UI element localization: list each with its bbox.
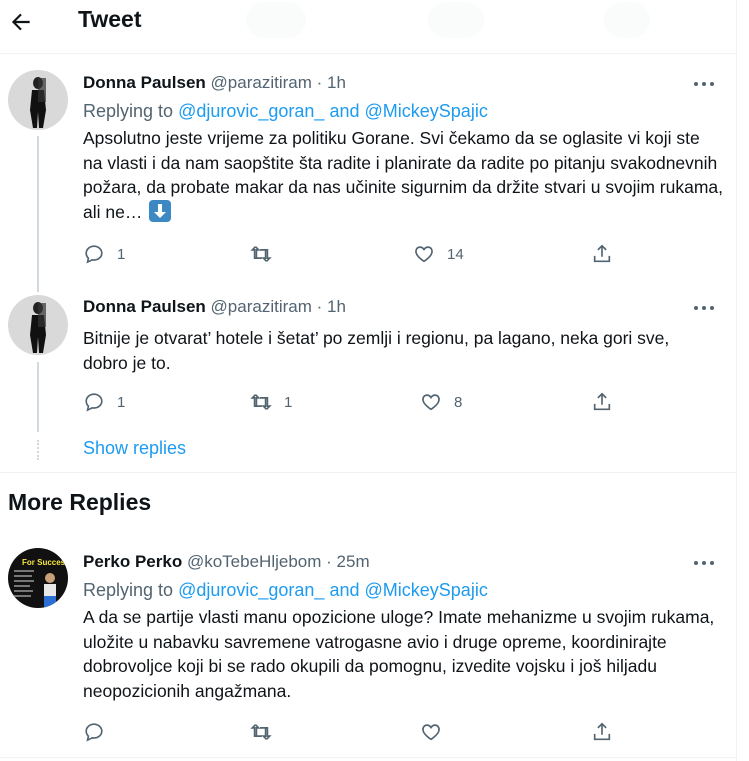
avatar[interactable] <box>8 295 68 355</box>
user-handle[interactable]: @parazitiram <box>211 297 312 316</box>
retweet-icon <box>250 246 272 262</box>
avatar[interactable]: For Success <box>8 548 68 608</box>
retweet-button[interactable] <box>250 242 284 266</box>
share-icon <box>593 722 611 741</box>
thread-line <box>37 136 39 292</box>
retweet-icon <box>250 724 272 740</box>
separator-dot: · <box>326 552 332 571</box>
more-options-icon[interactable] <box>692 79 716 89</box>
retweet-button[interactable] <box>250 720 272 744</box>
replying-label: Replying to <box>83 580 174 600</box>
share-icon <box>593 244 611 263</box>
separator-dot: · <box>316 297 323 316</box>
and-link[interactable]: and <box>329 101 359 121</box>
show-replies-link[interactable]: Show replies <box>83 438 186 459</box>
more-options-icon[interactable] <box>692 303 716 313</box>
thread-dotted-line <box>37 440 39 460</box>
share-button[interactable] <box>591 390 613 414</box>
heart-icon <box>415 246 433 263</box>
tweet-text: Bitnije je otvarat’ hotele i šetat’ po z… <box>83 328 670 373</box>
column-border <box>736 0 737 761</box>
tweet-text: Apsolutno jeste vrijeme za politiku Gora… <box>83 126 723 224</box>
more-replies-heading: More Replies <box>8 489 152 515</box>
divider <box>0 472 736 473</box>
thread-line <box>37 362 39 432</box>
retweet-count: 1 <box>284 393 293 411</box>
user-handle[interactable]: @parazitiram <box>211 73 312 92</box>
reply-tweet[interactable]: For Success Perko Perko @koTebeHljebom ·… <box>0 540 736 758</box>
share-button[interactable] <box>591 242 613 266</box>
user-handle[interactable]: @koTebeHljebom <box>187 552 321 571</box>
avatar-text: For Success <box>22 558 68 567</box>
share-button[interactable] <box>591 720 613 744</box>
like-count: 8 <box>454 393 463 411</box>
mention-link[interactable]: @djurovic_goran_ <box>178 580 324 600</box>
replying-to: Replying to @djurovic_goran_ and @Mickey… <box>83 580 488 601</box>
reply-button[interactable]: 1 <box>83 390 125 414</box>
tweet-header: Donna Paulsen @parazitiram · 1h <box>83 73 346 93</box>
tweet-time[interactable]: 1h <box>327 297 346 316</box>
reply-button[interactable]: 1 <box>83 242 125 266</box>
reply-button[interactable] <box>83 720 105 744</box>
retweet-button[interactable]: 1 <box>250 390 292 414</box>
heart-icon <box>422 394 440 411</box>
reply-icon <box>85 393 103 412</box>
user-name[interactable]: Donna Paulsen <box>83 297 206 316</box>
avatar[interactable] <box>8 70 68 130</box>
reply-tweet[interactable]: Donna Paulsen @parazitiram · 1h Replying… <box>0 0 736 292</box>
tweet-text: A da se partije vlasti manu opozicione u… <box>83 607 715 701</box>
retweet-icon <box>250 394 272 410</box>
tweet-time[interactable]: 1h <box>327 73 346 92</box>
more-options-icon[interactable] <box>692 558 716 568</box>
like-button[interactable]: 8 <box>420 390 462 414</box>
heart-icon <box>422 724 440 741</box>
divider <box>0 757 736 758</box>
reply-icon <box>85 723 103 742</box>
like-button[interactable]: 14 <box>413 242 464 266</box>
user-name[interactable]: Perko Perko <box>83 552 182 571</box>
reply-icon <box>85 245 103 264</box>
user-name[interactable]: Donna Paulsen <box>83 73 206 92</box>
share-icon <box>593 392 611 411</box>
like-button[interactable] <box>420 720 442 744</box>
replying-label: Replying to <box>83 101 174 121</box>
tweet-header: Perko Perko @koTebeHljebom · 25m <box>83 552 370 572</box>
tweet-text-content: Apsolutno jeste vrijeme za politiku Gora… <box>83 128 724 222</box>
replying-to: Replying to @djurovic_goran_ and @Mickey… <box>83 101 488 122</box>
reply-tweet[interactable]: Donna Paulsen @parazitiram · 1h Bitnije … <box>0 290 736 440</box>
reply-count: 1 <box>117 393 126 411</box>
mention-link[interactable]: @MickeySpajic <box>365 580 488 600</box>
mention-link[interactable]: @djurovic_goran_ <box>178 101 324 121</box>
like-count: 14 <box>447 245 464 263</box>
tweet-header: Donna Paulsen @parazitiram · 1h <box>83 297 346 317</box>
mention-link[interactable]: @MickeySpajic <box>365 101 488 121</box>
reply-count: 1 <box>117 245 126 263</box>
separator-dot: · <box>316 73 323 92</box>
tweet-time[interactable]: 25m <box>337 552 370 571</box>
and-link[interactable]: and <box>329 580 359 600</box>
down-arrow-emoji-icon <box>149 199 172 222</box>
